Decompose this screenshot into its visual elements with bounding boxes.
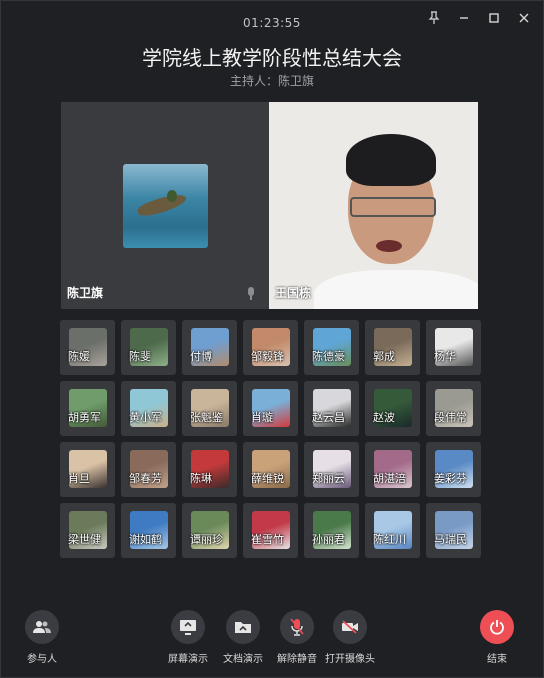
pin-icon[interactable] (426, 10, 442, 26)
participant-name: 陈琳 (190, 472, 212, 485)
participant-tile[interactable]: 马瑞民 (426, 503, 481, 558)
participant-name: 胡湛涪 (373, 472, 406, 485)
participants-label: 参与人 (27, 654, 57, 665)
participant-name: 赵波 (373, 411, 395, 424)
folder-share-icon (226, 610, 260, 644)
participant-tile[interactable]: 陈红川 (365, 503, 420, 558)
participant-tile[interactable]: 谢如鹤 (121, 503, 176, 558)
participant-name: 杨华 (434, 350, 456, 363)
participant-tile[interactable]: 陈斐 (121, 320, 176, 375)
participant-tile[interactable]: 陈媛 (60, 320, 115, 375)
participant-name: 陈红川 (373, 533, 406, 546)
participant-name: 邹毅锋 (251, 350, 284, 363)
participant-name: 薛维锐 (251, 472, 284, 485)
participant-name: 崔雪竹 (251, 533, 284, 546)
camera-label: 打开摄像头 (325, 654, 375, 665)
participant-name: 邹春芳 (129, 472, 162, 485)
participant-name: 郭成 (373, 350, 395, 363)
participant-tile[interactable]: 段伟常 (426, 381, 481, 436)
participant-tile[interactable]: 肖璇 (243, 381, 298, 436)
participant-name: 肖旦 (68, 472, 90, 485)
participant-name: 陈媛 (68, 350, 90, 363)
meeting-title: 学院线上教学阶段性总结大会 (142, 46, 402, 70)
participant-name: 肖璇 (251, 411, 273, 424)
participant-tile[interactable]: 杨华 (426, 320, 481, 375)
participant-tile[interactable]: 薛维锐 (243, 442, 298, 497)
speaker-name-label: 王国栋 (275, 286, 312, 300)
participant-name: 黄小军 (129, 411, 162, 424)
participant-tile[interactable]: 郑丽云 (304, 442, 359, 497)
close-icon[interactable] (516, 10, 532, 26)
participant-grid: 陈媛 陈斐 付博 邹毅锋 陈德豪 郭成 杨华胡勇军 黄小军 张魁鉴 肖璇 赵云昌 赵波 段伟常肖旦 邹春芳… (60, 320, 481, 558)
participant-name: 郑丽云 (312, 472, 345, 485)
participant-tile[interactable]: 赵波 (365, 381, 420, 436)
participant-name: 陈德豪 (312, 350, 345, 363)
participant-name: 梁世健 (68, 533, 101, 546)
participant-tile[interactable]: 肖旦 (60, 442, 115, 497)
microphone-icon (247, 287, 255, 301)
participant-tile[interactable]: 胡勇军 (60, 381, 115, 436)
main-stage: 陈卫旗 王国栋 (61, 102, 478, 309)
camera-button[interactable]: 打开摄像头 (318, 610, 382, 665)
participant-name: 段伟常 (434, 411, 467, 424)
participant-name: 谭丽珍 (190, 533, 223, 546)
meeting-host: 主持人：陈卫旗 (229, 74, 314, 88)
participant-tile[interactable]: 付博 (182, 320, 237, 375)
participant-name: 付博 (190, 350, 212, 363)
participant-tile[interactable]: 陈琳 (182, 442, 237, 497)
participant-tile[interactable]: 梁世健 (60, 503, 115, 558)
host-video-tile[interactable]: 陈卫旗 (61, 102, 269, 309)
participant-name: 张魁鉴 (190, 411, 223, 424)
bottom-toolbar: 参与人 屏幕演示 文档演示 解除静音 打开摄像头 结束 (0, 608, 544, 668)
participant-name: 谢如鹤 (129, 533, 162, 546)
participant-name: 陈斐 (129, 350, 151, 363)
participant-tile[interactable]: 谭丽珍 (182, 503, 237, 558)
participant-tile[interactable]: 赵云昌 (304, 381, 359, 436)
minimize-icon[interactable] (456, 10, 472, 26)
participant-tile[interactable]: 姜彩芬 (426, 442, 481, 497)
mic-muted-icon (280, 610, 314, 644)
host-name-label: 陈卫旗 (67, 286, 104, 300)
participant-tile[interactable]: 黄小军 (121, 381, 176, 436)
participant-name: 马瑞民 (434, 533, 467, 546)
participant-tile[interactable]: 张魁鉴 (182, 381, 237, 436)
participant-name: 姜彩芬 (434, 472, 467, 485)
window-controls (426, 10, 532, 26)
participant-tile[interactable]: 邹春芳 (121, 442, 176, 497)
power-icon (480, 610, 514, 644)
host-avatar-image (123, 164, 208, 248)
participants-button[interactable]: 参与人 (10, 610, 74, 665)
maximize-icon[interactable] (486, 10, 502, 26)
end-meeting-button[interactable]: 结束 (465, 610, 529, 665)
participant-tile[interactable]: 邹毅锋 (243, 320, 298, 375)
participant-name: 赵云昌 (312, 411, 345, 424)
speaker-video-tile[interactable]: 王国栋 (269, 102, 478, 309)
speaker-video-image (314, 132, 478, 309)
participant-name: 胡勇军 (68, 411, 101, 424)
camera-off-icon (333, 610, 367, 644)
participant-name: 孙丽君 (312, 533, 345, 546)
participant-tile[interactable]: 孙丽君 (304, 503, 359, 558)
participant-tile[interactable]: 崔雪竹 (243, 503, 298, 558)
screen-share-icon (171, 610, 205, 644)
participant-tile[interactable]: 胡湛涪 (365, 442, 420, 497)
participants-icon (25, 610, 59, 644)
participant-tile[interactable]: 郭成 (365, 320, 420, 375)
end-label: 结束 (487, 654, 507, 665)
participant-tile[interactable]: 陈德豪 (304, 320, 359, 375)
